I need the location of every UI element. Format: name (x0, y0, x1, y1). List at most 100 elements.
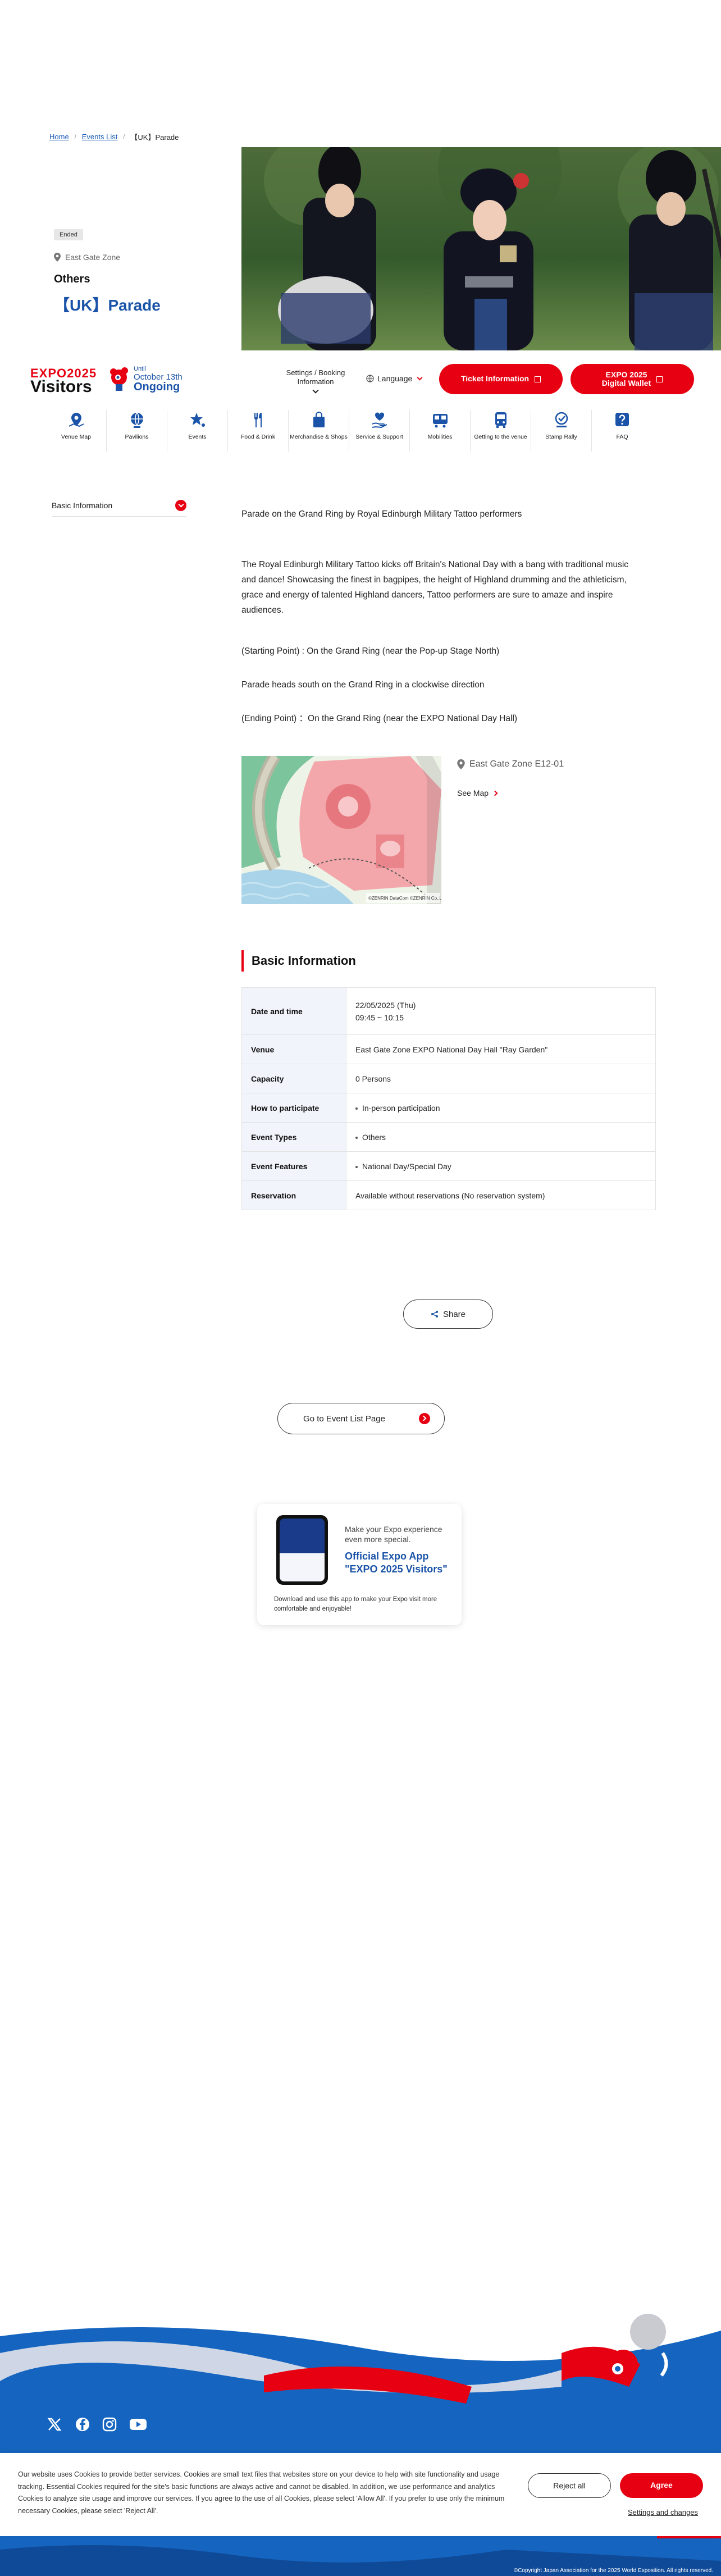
cookie-consent-banner: Our website uses Cookies to provide bett… (0, 2453, 721, 2536)
table-row-label: Reservation (241, 1180, 346, 1210)
language-select[interactable]: Language (366, 374, 423, 383)
table-row-label: Capacity (241, 1064, 346, 1093)
nav-item-venue-map[interactable]: Venue Map (46, 410, 107, 452)
map-credit: ©ZENRIN DataCom ©ZENRIN Co.,LTD. Z24BN (368, 896, 441, 901)
bus-icon (490, 410, 512, 430)
breadcrumb-separator: / (123, 133, 125, 140)
table-row: How to participate In-person participati… (241, 1093, 656, 1123)
chevron-right-circle-icon (418, 1413, 430, 1424)
fork-knife-icon (247, 410, 270, 430)
breadcrumb-current: 【UK】Parade (130, 133, 179, 142)
until-label: Until (134, 366, 147, 372)
x-twitter-icon[interactable] (47, 2416, 62, 2433)
hero-photo (241, 147, 721, 350)
visitors-logo[interactable]: Visitors (30, 377, 92, 396)
table-row: Event Features National Day/Special Day (241, 1151, 656, 1181)
nav-label: Food & Drink (240, 434, 276, 440)
ticket-information-button[interactable]: Ticket Information (439, 364, 563, 394)
nav-label: Pavilions (125, 434, 149, 440)
share-icon (431, 1311, 438, 1317)
chevron-down-icon (312, 387, 319, 394)
nav-item-pavilions[interactable]: Pavilions (107, 410, 167, 452)
nav-item-service-support[interactable]: Service & Support (349, 410, 410, 452)
chevron-right-icon (492, 790, 498, 796)
shopping-bag-icon (308, 410, 330, 430)
event-feature-value: National Day/Special Day (362, 1161, 451, 1171)
myaku-mascot-icon (108, 365, 130, 392)
table-row: Venue East Gate Zone EXPO National Day H… (241, 1034, 656, 1064)
agree-button[interactable]: Agree (620, 2473, 703, 2498)
table-row: Event Types Others (241, 1122, 656, 1152)
nav-label: Stamp Rally (545, 434, 577, 440)
table-row-label: Date and time (241, 987, 346, 1035)
share-label: Share (442, 1309, 466, 1319)
digital-wallet-button[interactable]: EXPO 2025 Digital Wallet (571, 364, 694, 394)
event-type-value: Others (362, 1132, 386, 1142)
table-row-value: In-person participation (346, 1093, 656, 1123)
instagram-icon[interactable] (102, 2416, 117, 2433)
until-date: October 13th (134, 372, 182, 382)
event-time: 09:45 ~ 10:15 (355, 1013, 404, 1022)
reject-all-button[interactable]: Reject all (528, 2473, 611, 2498)
wallet-label-line2: Digital Wallet (601, 379, 651, 387)
table-row: Date and time 22/05/2025 (Thu) 09:45 ~ 1… (241, 987, 656, 1035)
share-button[interactable]: Share (403, 1300, 493, 1329)
nav-item-faq[interactable]: FAQ (592, 410, 652, 452)
nav-label: Merchandise & Shops (290, 434, 348, 440)
chevron-down-icon (417, 375, 423, 380)
nav-item-stamp-rally[interactable]: Stamp Rally (531, 410, 592, 452)
facebook-icon[interactable] (75, 2416, 90, 2433)
globe-icon (366, 375, 374, 382)
youtube-icon[interactable] (129, 2416, 147, 2433)
official-app-card[interactable]: Make your Expo experience even more spec… (257, 1504, 462, 1625)
until-state: Ongoing (134, 381, 180, 394)
app-tagline: Make your Expo experience even more spec… (345, 1525, 442, 1544)
map-zone: East Gate Zone E12-01 (457, 759, 564, 769)
app-description: Download and use this app to make your E… (274, 1596, 437, 1613)
language-label: Language (377, 374, 413, 383)
event-starting-point: (Starting Point) : On the Grand Ring (ne… (241, 646, 500, 656)
hero-zone-label: East Gate Zone (65, 253, 121, 262)
table-row-value: 0 Persons (346, 1064, 656, 1093)
nav-item-food-drink[interactable]: Food & Drink (228, 410, 289, 452)
venue-map-image[interactable]: ©ZENRIN DataCom ©ZENRIN Co.,LTD. Z24BN (241, 756, 441, 904)
nav-label: Getting to the venue (474, 434, 527, 440)
nav-label: FAQ (616, 434, 628, 440)
star-icon (186, 410, 209, 430)
bullet-icon (355, 1165, 358, 1168)
expo-period: Until October 13th Ongoing (134, 366, 182, 393)
cookie-settings-link[interactable]: Settings and changes (628, 2508, 698, 2516)
ticket-button-label: Ticket Information (460, 374, 530, 384)
event-list-label: Go to Event List Page (303, 1414, 385, 1424)
location-pin-icon (54, 253, 61, 262)
status-badge: Ended (54, 229, 83, 240)
main-icon-nav: Venue Map Pavilions Events Food & Drink … (46, 410, 652, 452)
chevron-down-circle-icon (175, 499, 186, 511)
table-row: Reservation Available without reservatio… (241, 1180, 656, 1210)
table-row-label: How to participate (241, 1093, 346, 1123)
basic-info-heading: Basic Information (241, 950, 356, 972)
bullet-icon (355, 1107, 358, 1110)
breadcrumb-home-link[interactable]: Home (49, 133, 69, 141)
app-screen-image (280, 1519, 325, 1581)
external-link-icon (656, 376, 663, 382)
side-nav-basic-information[interactable]: Basic Information (52, 494, 186, 517)
hero-photo-illustration (241, 147, 721, 350)
question-icon (611, 410, 633, 430)
see-map-link[interactable]: See Map (457, 788, 498, 797)
table-row-label: Venue (241, 1034, 346, 1064)
nav-item-merchandise-shops[interactable]: Merchandise & Shops (289, 410, 349, 452)
go-to-event-list-button[interactable]: Go to Event List Page (277, 1403, 445, 1434)
app-name: Official Expo App "EXPO 2025 Visitors" (345, 1551, 448, 1575)
breadcrumb: Home / Events List / 【UK】Parade (49, 131, 179, 142)
nav-item-getting-to-venue[interactable]: Getting to the venue (471, 410, 531, 452)
nav-label: Service & Support (355, 434, 403, 440)
page-title: 【UK】Parade (54, 297, 161, 314)
table-row-label: Event Types (241, 1122, 346, 1152)
breadcrumb-events-list-link[interactable]: Events List (82, 133, 118, 141)
nav-item-mobilities[interactable]: Mobilities (410, 410, 471, 452)
nav-item-events[interactable]: Events (167, 410, 228, 452)
settings-booking-menu[interactable]: Settings / Booking Information (277, 368, 354, 394)
table-row-value: East Gate Zone EXPO National Day Hall "R… (346, 1034, 656, 1064)
nav-label: Events (188, 434, 207, 440)
